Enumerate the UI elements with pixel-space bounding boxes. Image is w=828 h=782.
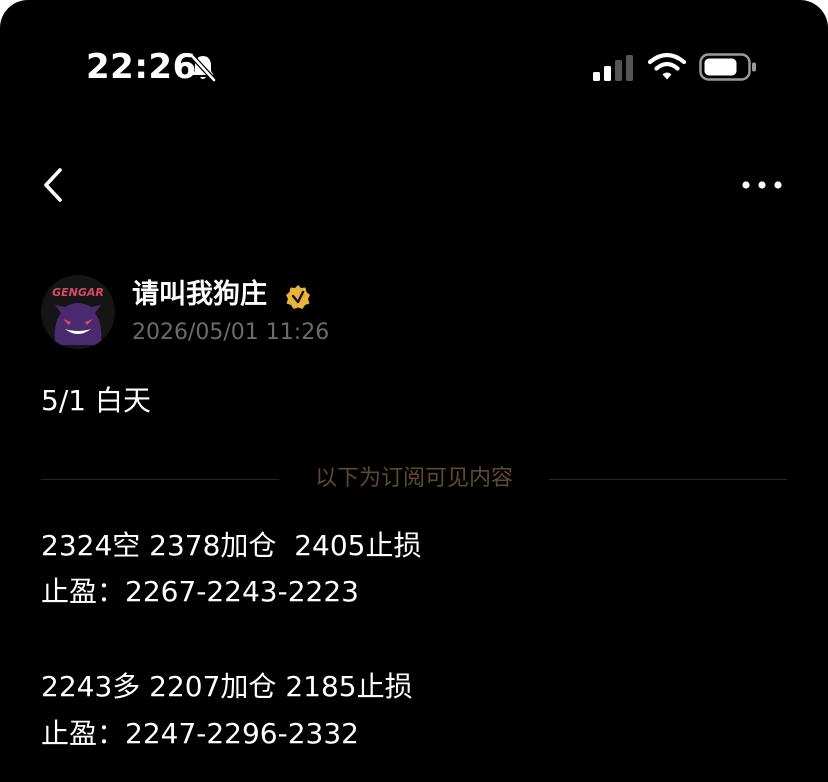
post-line: 2243多 2207加仓 2185止损 [41, 670, 413, 703]
subscriber-divider-label: 以下为订阅可见内容 [314, 466, 513, 491]
cellular-signal-icon [593, 55, 633, 81]
gengar-avatar-icon: GENGAR [41, 275, 115, 349]
status-time: 22:26 [86, 47, 197, 87]
verified-badge-icon [286, 285, 310, 309]
chevron-left-icon[interactable] [36, 164, 72, 206]
battery-icon [699, 53, 756, 81]
post-timestamp: 2026/05/01 11:26 [132, 320, 330, 345]
more-horizontal-icon[interactable] [738, 168, 786, 202]
post-line: 止盈：2247-2296-2332 [41, 717, 359, 750]
post-line: 止盈：2267-2243-2223 [41, 575, 359, 608]
avatar[interactable]: GENGAR [41, 275, 115, 349]
bell-slash-icon [190, 54, 216, 82]
app-screen: 22:26 GENGAR 请叫我狗庄 2026/05/01 11:26 5/1 … [0, 0, 828, 782]
avatar-logo-text: GENGAR [52, 286, 104, 299]
divider-line-left [41, 479, 279, 480]
author-name[interactable]: 请叫我狗庄 [132, 276, 267, 314]
divider-line-right [549, 479, 787, 480]
post-headline: 5/1 白天 [41, 384, 151, 417]
post-line: 2324空 2378加仓 2405止损 [41, 529, 422, 562]
wifi-icon [648, 52, 686, 80]
